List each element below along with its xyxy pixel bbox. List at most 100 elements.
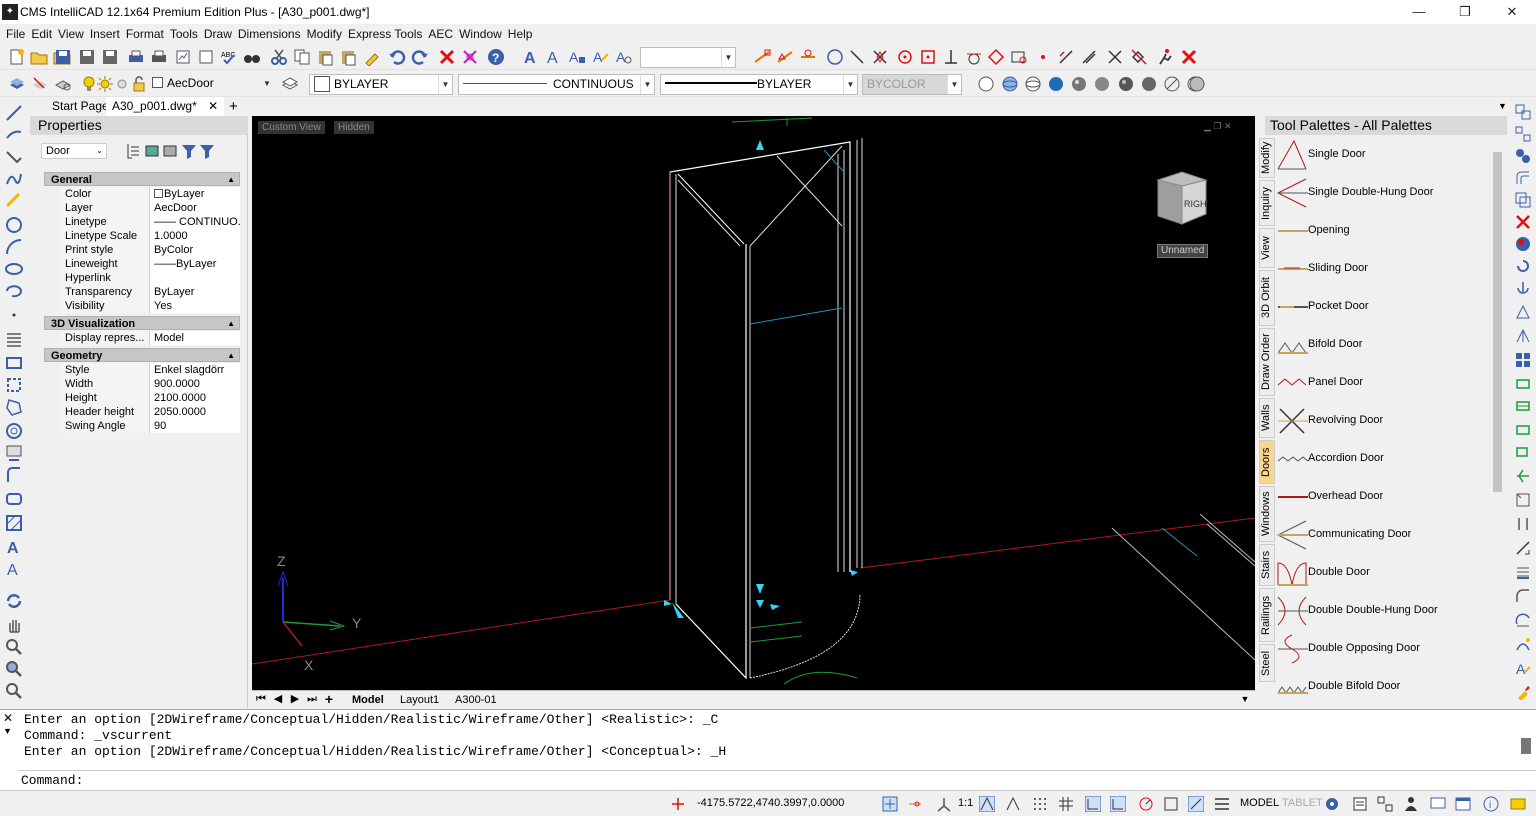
quick-properties-icon[interactable] bbox=[1163, 796, 1179, 812]
edit-arc-icon[interactable] bbox=[1515, 588, 1531, 604]
zoom-window-icon[interactable] bbox=[5, 660, 23, 678]
restore-button[interactable]: ❐ bbox=[1442, 0, 1488, 24]
zoom-extents-icon[interactable] bbox=[5, 682, 23, 700]
single-line-text-icon[interactable]: A bbox=[5, 560, 23, 578]
array-icon[interactable] bbox=[1515, 126, 1531, 142]
visual-style-flat-edges-icon[interactable] bbox=[1093, 75, 1111, 93]
edit-text-icon[interactable]: A bbox=[1515, 660, 1531, 676]
freehand-icon[interactable] bbox=[5, 192, 23, 210]
snap-tangent-icon[interactable] bbox=[965, 48, 983, 66]
layout-list-chevron-icon[interactable]: ▼ bbox=[1238, 692, 1252, 707]
cut-icon[interactable] bbox=[270, 48, 288, 66]
snap-insert-icon[interactable] bbox=[919, 48, 937, 66]
annotation-scale[interactable]: 1:1 bbox=[958, 797, 973, 809]
offset-icon[interactable] bbox=[1515, 170, 1531, 186]
palette-tab-3d-orbit[interactable]: 3D Orbit bbox=[1259, 270, 1275, 326]
menu-express-tools[interactable]: Express Tools bbox=[348, 27, 422, 41]
menu-dimensions[interactable]: Dimensions bbox=[238, 27, 301, 41]
snap-circle-icon[interactable] bbox=[826, 48, 844, 66]
snap-apparent-icon[interactable] bbox=[1106, 48, 1124, 66]
copy-icon[interactable] bbox=[293, 48, 311, 66]
palette-item-pocket-door[interactable]: Pocket Door bbox=[1275, 289, 1495, 325]
edit-attribute-icon[interactable] bbox=[1515, 636, 1531, 652]
palette-tab-modify[interactable]: Modify bbox=[1259, 138, 1275, 178]
undo-icon[interactable] bbox=[388, 48, 406, 66]
snap-node-icon[interactable] bbox=[1034, 48, 1052, 66]
ortho-icon[interactable] bbox=[936, 796, 952, 812]
prop-row[interactable]: Transparency ByLayer bbox=[60, 285, 240, 299]
save-icon[interactable] bbox=[54, 48, 72, 66]
collapse-icon[interactable]: ▲ bbox=[227, 173, 235, 187]
visual-style-flat-icon[interactable] bbox=[1047, 75, 1065, 93]
user-icon[interactable] bbox=[1403, 796, 1419, 812]
prop-row[interactable]: Print style ByColor bbox=[60, 243, 240, 257]
menu-format[interactable]: Format bbox=[126, 27, 164, 41]
visual-style-2dwireframe-icon[interactable] bbox=[977, 75, 995, 93]
settings-gear-icon[interactable] bbox=[1324, 796, 1340, 812]
paste-icon[interactable] bbox=[316, 48, 334, 66]
tab-model[interactable]: Model bbox=[352, 692, 384, 708]
section-3d-visualization[interactable]: 3D Visualization ▲ bbox=[44, 316, 240, 330]
trim-icon[interactable] bbox=[1515, 352, 1531, 368]
zoom-realtime-icon[interactable] bbox=[5, 638, 23, 656]
visual-style-3dwireframe-icon[interactable] bbox=[1001, 75, 1019, 93]
palette-tab-walls[interactable]: Walls bbox=[1259, 398, 1275, 438]
palette-tab-view[interactable]: View bbox=[1259, 228, 1275, 268]
palette-item-communicating-door[interactable]: Communicating Door bbox=[1275, 517, 1495, 553]
section-general[interactable]: General ▲ bbox=[44, 172, 240, 186]
monitor-icon[interactable] bbox=[1430, 796, 1446, 812]
save-as-icon[interactable] bbox=[101, 48, 119, 66]
purge-icon[interactable] bbox=[461, 48, 479, 66]
snap-endpoint-icon[interactable] bbox=[753, 48, 771, 66]
rectangle-array-icon[interactable] bbox=[1515, 192, 1531, 208]
filter-selection-icon[interactable] bbox=[180, 142, 198, 160]
snap-settings-icon[interactable] bbox=[1010, 48, 1028, 66]
dot-grid-icon[interactable] bbox=[1032, 796, 1048, 812]
menu-modify[interactable]: Modify bbox=[307, 27, 342, 41]
hamburger-menu-icon[interactable] bbox=[1214, 796, 1230, 812]
palette-item-double-double-hung-door[interactable]: Double Double-Hung Door bbox=[1275, 593, 1495, 629]
add-tab-button[interactable]: + bbox=[223, 97, 244, 116]
infinite-line-icon[interactable] bbox=[5, 126, 23, 144]
window-layout-icon[interactable] bbox=[1455, 796, 1471, 812]
palette-item-revolving-door[interactable]: Revolving Door bbox=[1275, 403, 1495, 439]
workspace-icon[interactable] bbox=[1352, 796, 1368, 812]
app-icon[interactable]: ✦ bbox=[2, 4, 18, 20]
mtext-icon[interactable]: A bbox=[545, 48, 563, 66]
text-style-combo[interactable]: ▼ bbox=[640, 47, 736, 68]
prop-row[interactable]: Width 900.0000 bbox=[60, 377, 240, 391]
snap-perpendicular-icon[interactable] bbox=[942, 48, 960, 66]
palette-item-double-bifold-door[interactable]: Double Bifold Door bbox=[1275, 669, 1495, 705]
close-command-icon[interactable]: ✕ bbox=[3, 711, 13, 725]
palette-tab-stairs[interactable]: Stairs bbox=[1259, 544, 1275, 586]
prop-row[interactable]: Layer AecDoor bbox=[60, 201, 240, 215]
prop-row[interactable]: Height 2100.0000 bbox=[60, 391, 240, 405]
coordinate-readout[interactable]: -4175.5722,4740.3997,0.0000 bbox=[697, 797, 844, 809]
extend-icon[interactable] bbox=[1515, 376, 1531, 392]
snap-center-icon[interactable] bbox=[799, 48, 817, 66]
stretch-icon[interactable] bbox=[1515, 304, 1531, 320]
first-layout-button[interactable]: ⏮ bbox=[254, 692, 268, 707]
palette-scrollbar[interactable] bbox=[1493, 152, 1502, 492]
match-properties-icon[interactable] bbox=[363, 48, 381, 66]
menu-file[interactable]: File bbox=[6, 27, 25, 41]
delete-icon[interactable] bbox=[438, 48, 456, 66]
tab-a300-01[interactable]: A300-01 bbox=[455, 692, 497, 708]
palette-tab-railings[interactable]: Railings bbox=[1259, 588, 1275, 642]
palette-tab-windows[interactable]: Windows bbox=[1259, 486, 1275, 542]
prop-row[interactable]: Hyperlink bbox=[60, 271, 240, 285]
add-layout-button[interactable]: + bbox=[322, 692, 336, 707]
join-icon[interactable] bbox=[1515, 422, 1531, 438]
quick-select-icon[interactable] bbox=[126, 142, 144, 160]
snap-nearest-icon[interactable] bbox=[987, 48, 1005, 66]
palette-item-single-double-hung-door[interactable]: Single Double-Hung Door bbox=[1275, 175, 1495, 211]
boundary-icon[interactable] bbox=[5, 398, 23, 416]
palette-item-double-opposing-door[interactable]: Double Opposing Door bbox=[1275, 631, 1495, 667]
edit-hatch-icon[interactable] bbox=[1515, 564, 1531, 580]
palette-item-double-door[interactable]: Double Door bbox=[1275, 555, 1495, 591]
selection-cycling-icon[interactable] bbox=[1188, 796, 1204, 812]
break-icon[interactable] bbox=[1515, 398, 1531, 414]
palette-tab-draw-order[interactable]: Draw Order bbox=[1259, 328, 1275, 396]
visual-style-gouraud-icon[interactable] bbox=[1070, 75, 1088, 93]
auto-scale-icon[interactable] bbox=[1005, 796, 1021, 812]
